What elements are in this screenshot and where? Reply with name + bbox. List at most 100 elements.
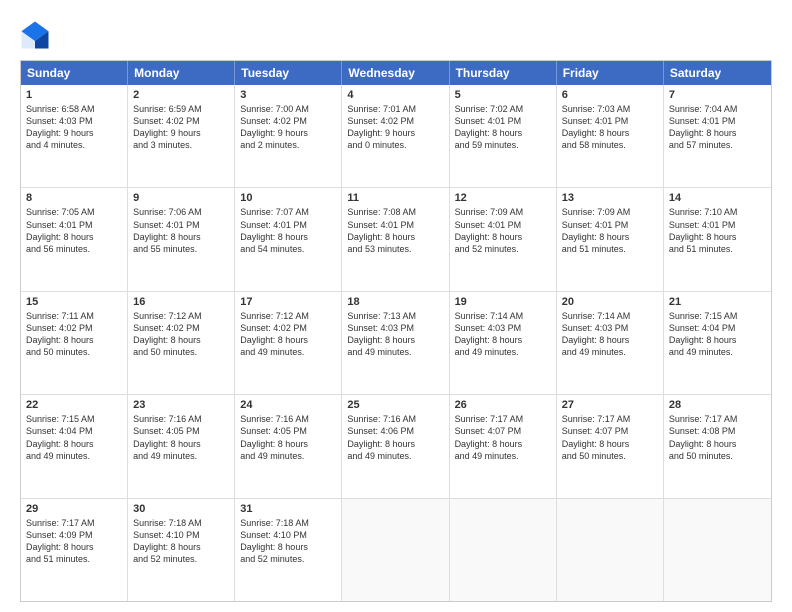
day-cell-21: 21 Sunrise: 7:15 AM Sunset: 4:04 PM Dayli…: [664, 292, 771, 394]
day-info: Sunrise: 7:06 AM Sunset: 4:01 PM Dayligh…: [133, 206, 229, 255]
empty-cell: [664, 499, 771, 601]
day-info: Sunrise: 7:13 AM Sunset: 4:03 PM Dayligh…: [347, 310, 443, 359]
day-number: 6: [562, 89, 658, 101]
day-info: Sunrise: 7:17 AM Sunset: 4:07 PM Dayligh…: [455, 413, 551, 462]
day-cell-9: 9 Sunrise: 7:06 AM Sunset: 4:01 PM Daylig…: [128, 188, 235, 290]
day-info: Sunrise: 6:59 AM Sunset: 4:02 PM Dayligh…: [133, 103, 229, 152]
day-info: Sunrise: 7:14 AM Sunset: 4:03 PM Dayligh…: [562, 310, 658, 359]
header-day-friday: Friday: [557, 61, 664, 85]
day-info: Sunrise: 7:18 AM Sunset: 4:10 PM Dayligh…: [240, 517, 336, 566]
calendar-row-3: 15 Sunrise: 7:11 AM Sunset: 4:02 PM Dayli…: [21, 292, 771, 395]
day-info: Sunrise: 7:08 AM Sunset: 4:01 PM Dayligh…: [347, 206, 443, 255]
day-number: 23: [133, 399, 229, 411]
day-number: 31: [240, 503, 336, 515]
day-info: Sunrise: 7:16 AM Sunset: 4:06 PM Dayligh…: [347, 413, 443, 462]
day-cell-17: 17Sunrise: 7:12 AM Sunset: 4:02 PM Dayli…: [235, 292, 342, 394]
day-cell-7: 7Sunrise: 7:04 AM Sunset: 4:01 PM Daylig…: [664, 85, 771, 187]
day-number: 28: [669, 399, 766, 411]
day-cell-30: 30 Sunrise: 7:18 AM Sunset: 4:10 PM Dayli…: [128, 499, 235, 601]
day-info: Sunrise: 7:09 AM Sunset: 4:01 PM Dayligh…: [562, 206, 658, 255]
day-cell-3: 3 Sunrise: 7:00 AM Sunset: 4:02 PM Daylig…: [235, 85, 342, 187]
day-cell-31: 31 Sunrise: 7:18 AM Sunset: 4:10 PM Dayli…: [235, 499, 342, 601]
calendar-row-2: 8 Sunrise: 7:05 AM Sunset: 4:01 PM Daylig…: [21, 188, 771, 291]
day-info: Sunrise: 7:10 AM Sunset: 4:01 PM Dayligh…: [669, 206, 766, 255]
day-number: 8: [26, 192, 122, 204]
day-cell-5: 5Sunrise: 7:02 AM Sunset: 4:01 PM Daylig…: [450, 85, 557, 187]
day-number: 18: [347, 296, 443, 308]
day-number: 4: [347, 89, 443, 101]
day-cell-18: 18 Sunrise: 7:13 AM Sunset: 4:03 PM Dayli…: [342, 292, 449, 394]
day-info: Sunrise: 7:16 AM Sunset: 4:05 PM Dayligh…: [240, 413, 336, 462]
logo: [20, 20, 54, 50]
day-number: 27: [562, 399, 658, 411]
day-info: Sunrise: 7:12 AM Sunset: 4:02 PM Dayligh…: [240, 310, 336, 359]
day-info: Sunrise: 7:17 AM Sunset: 4:09 PM Dayligh…: [26, 517, 122, 566]
day-number: 3: [240, 89, 336, 101]
day-number: 16: [133, 296, 229, 308]
day-cell-6: 6 Sunrise: 7:03 AM Sunset: 4:01 PM Daylig…: [557, 85, 664, 187]
day-cell-23: 23Sunrise: 7:16 AM Sunset: 4:05 PM Dayli…: [128, 395, 235, 497]
day-cell-22: 22 Sunrise: 7:15 AM Sunset: 4:04 PM Dayli…: [21, 395, 128, 497]
day-info: Sunrise: 7:03 AM Sunset: 4:01 PM Dayligh…: [562, 103, 658, 152]
calendar: SundayMondayTuesdayWednesdayThursdayFrid…: [20, 60, 772, 602]
day-info: Sunrise: 7:14 AM Sunset: 4:03 PM Dayligh…: [455, 310, 551, 359]
day-info: Sunrise: 7:15 AM Sunset: 4:04 PM Dayligh…: [669, 310, 766, 359]
day-info: Sunrise: 7:07 AM Sunset: 4:01 PM Dayligh…: [240, 206, 336, 255]
header: [20, 20, 772, 50]
day-cell-15: 15 Sunrise: 7:11 AM Sunset: 4:02 PM Dayli…: [21, 292, 128, 394]
day-info: Sunrise: 7:17 AM Sunset: 4:07 PM Dayligh…: [562, 413, 658, 462]
day-number: 22: [26, 399, 122, 411]
calendar-row-4: 22 Sunrise: 7:15 AM Sunset: 4:04 PM Dayli…: [21, 395, 771, 498]
day-cell-2: 2 Sunrise: 6:59 AM Sunset: 4:02 PM Daylig…: [128, 85, 235, 187]
day-number: 9: [133, 192, 229, 204]
empty-cell: [342, 499, 449, 601]
day-number: 24: [240, 399, 336, 411]
day-number: 1: [26, 89, 122, 101]
day-info: Sunrise: 7:15 AM Sunset: 4:04 PM Dayligh…: [26, 413, 122, 462]
day-cell-27: 27 Sunrise: 7:17 AM Sunset: 4:07 PM Dayli…: [557, 395, 664, 497]
day-cell-29: 29 Sunrise: 7:17 AM Sunset: 4:09 PM Dayli…: [21, 499, 128, 601]
day-cell-24: 24 Sunrise: 7:16 AM Sunset: 4:05 PM Dayli…: [235, 395, 342, 497]
calendar-row-1: 1 Sunrise: 6:58 AM Sunset: 4:03 PM Daylig…: [21, 85, 771, 188]
day-info: Sunrise: 7:00 AM Sunset: 4:02 PM Dayligh…: [240, 103, 336, 152]
day-info: Sunrise: 7:18 AM Sunset: 4:10 PM Dayligh…: [133, 517, 229, 566]
day-cell-16: 16 Sunrise: 7:12 AM Sunset: 4:02 PM Dayli…: [128, 292, 235, 394]
day-number: 14: [669, 192, 766, 204]
day-info: Sunrise: 7:05 AM Sunset: 4:01 PM Dayligh…: [26, 206, 122, 255]
header-day-saturday: Saturday: [664, 61, 771, 85]
day-number: 11: [347, 192, 443, 204]
day-info: Sunrise: 7:01 AM Sunset: 4:02 PM Dayligh…: [347, 103, 443, 152]
day-cell-1: 1 Sunrise: 6:58 AM Sunset: 4:03 PM Daylig…: [21, 85, 128, 187]
header-day-wednesday: Wednesday: [342, 61, 449, 85]
day-number: 12: [455, 192, 551, 204]
day-cell-28: 28Sunrise: 7:17 AM Sunset: 4:08 PM Dayli…: [664, 395, 771, 497]
day-number: 2: [133, 89, 229, 101]
day-cell-11: 11 Sunrise: 7:08 AM Sunset: 4:01 PM Dayli…: [342, 188, 449, 290]
day-info: Sunrise: 7:12 AM Sunset: 4:02 PM Dayligh…: [133, 310, 229, 359]
calendar-body: 1 Sunrise: 6:58 AM Sunset: 4:03 PM Daylig…: [21, 85, 771, 601]
empty-cell: [450, 499, 557, 601]
day-number: 20: [562, 296, 658, 308]
day-number: 19: [455, 296, 551, 308]
day-cell-12: 12Sunrise: 7:09 AM Sunset: 4:01 PM Dayli…: [450, 188, 557, 290]
header-day-monday: Monday: [128, 61, 235, 85]
day-info: Sunrise: 7:11 AM Sunset: 4:02 PM Dayligh…: [26, 310, 122, 359]
day-number: 25: [347, 399, 443, 411]
day-cell-13: 13Sunrise: 7:09 AM Sunset: 4:01 PM Dayli…: [557, 188, 664, 290]
day-info: Sunrise: 6:58 AM Sunset: 4:03 PM Dayligh…: [26, 103, 122, 152]
page: SundayMondayTuesdayWednesdayThursdayFrid…: [0, 0, 792, 612]
empty-cell: [557, 499, 664, 601]
day-cell-26: 26 Sunrise: 7:17 AM Sunset: 4:07 PM Dayli…: [450, 395, 557, 497]
day-number: 30: [133, 503, 229, 515]
day-number: 7: [669, 89, 766, 101]
day-number: 15: [26, 296, 122, 308]
day-cell-8: 8 Sunrise: 7:05 AM Sunset: 4:01 PM Daylig…: [21, 188, 128, 290]
day-cell-25: 25 Sunrise: 7:16 AM Sunset: 4:06 PM Dayli…: [342, 395, 449, 497]
day-number: 10: [240, 192, 336, 204]
calendar-row-5: 29 Sunrise: 7:17 AM Sunset: 4:09 PM Dayli…: [21, 499, 771, 601]
logo-icon: [20, 20, 50, 50]
day-number: 29: [26, 503, 122, 515]
day-number: 26: [455, 399, 551, 411]
day-cell-14: 14 Sunrise: 7:10 AM Sunset: 4:01 PM Dayli…: [664, 188, 771, 290]
day-number: 21: [669, 296, 766, 308]
